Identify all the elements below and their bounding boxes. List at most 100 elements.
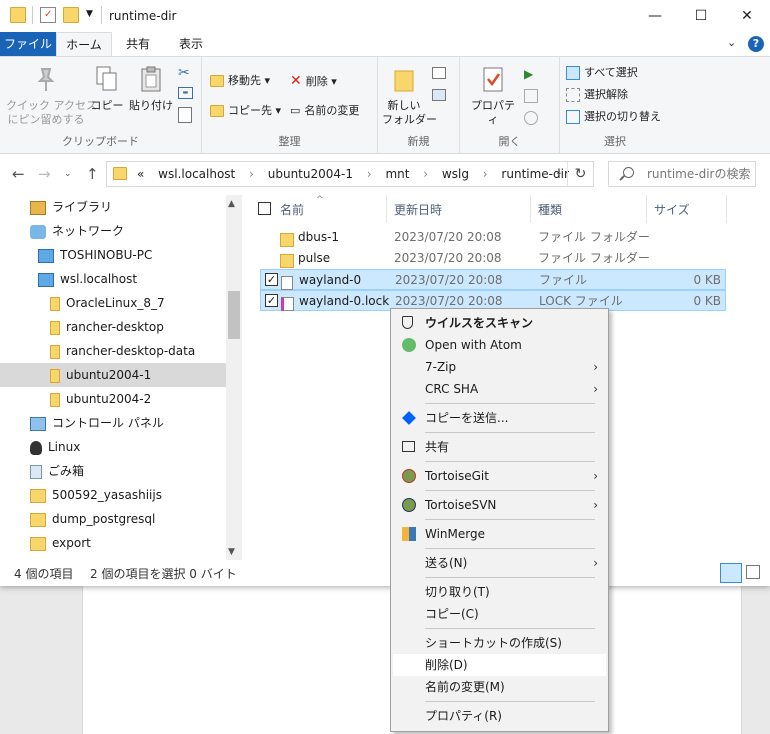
nav-item[interactable]: 500592_yasashiijs [0,483,226,507]
forward-arrow-icon[interactable]: → [38,165,51,183]
tab-home[interactable]: ホーム [56,32,112,57]
breadcrumb-item[interactable]: mnt [385,167,409,181]
menu-item[interactable]: 送る(N) › [393,552,606,574]
file-row[interactable]: pulse 2023/07/20 20:08 ファイル フォルダー [260,248,726,269]
column-name[interactable]: 名前 [280,201,304,218]
maximize-button[interactable]: ☐ [678,0,724,32]
menu-item[interactable]: ウイルスをスキャン [393,312,606,334]
file-row[interactable]: ✓ wayland-0 2023/07/20 20:08 ファイル 0 KB [260,269,726,290]
select-all-button[interactable]: すべて選択 [566,63,638,83]
menu-item[interactable]: コピーを送信... [393,407,606,429]
copy-path-icon[interactable]: ▬ [178,87,193,99]
menu-item[interactable]: 名前の変更(M) [393,676,606,698]
address-bar[interactable]: « wsl.localhost › ubuntu2004-1 › mnt › w… [106,161,594,187]
breadcrumb-item[interactable]: ubuntu2004-1 [268,167,353,181]
move-to-button[interactable]: 移動先 ▾ [210,71,270,91]
nav-item[interactable]: ライブラリ [0,195,226,219]
column-divider[interactable] [530,195,531,223]
recent-locations-icon[interactable]: ⌄ [64,169,72,179]
breadcrumb-item[interactable]: wslg [442,167,469,181]
invert-selection-button[interactable]: 選択の切り替え [566,107,661,127]
edit-icon[interactable] [524,89,538,103]
nav-item[interactable]: export [0,531,226,555]
collapse-ribbon-icon[interactable]: ⌄ [727,36,736,49]
properties-quick-icon[interactable]: ✓ [40,7,56,23]
nav-item[interactable]: dump_postgresql [0,507,226,531]
menu-item[interactable]: 共有 [393,436,606,458]
breadcrumb-overflow[interactable]: « [137,167,144,181]
pin-quick-access-button[interactable]: クイック アクセス にピン留めする [6,65,97,127]
help-icon[interactable]: ? [748,36,764,52]
breadcrumb-separator[interactable]: › [249,167,254,181]
nav-item[interactable]: rancher-desktop-data [0,339,226,363]
scroll-up-icon[interactable]: ▲ [228,199,235,209]
row-checkbox[interactable]: ✓ [265,294,278,307]
back-arrow-icon[interactable]: ← [12,165,25,183]
scroll-down-icon[interactable]: ▼ [228,547,235,557]
breadcrumb-separator[interactable]: › [423,167,428,181]
menu-item[interactable]: WinMerge [393,523,606,545]
column-divider[interactable] [386,195,387,223]
column-size[interactable]: サイズ [654,201,690,218]
properties-button[interactable]: プロパティ [468,65,518,127]
select-none-button[interactable]: 選択解除 [566,85,628,105]
column-divider[interactable] [726,195,727,223]
copy-to-button[interactable]: コピー先 ▾ [210,101,281,121]
menu-item[interactable]: 7-Zip › [393,356,606,378]
delete-button[interactable]: ✕ 削除 ▾ [290,71,337,91]
address-dropdown-icon[interactable]: ⌄ [555,167,563,178]
nav-item[interactable]: ubuntu2004-1 [0,363,226,387]
details-view-icon[interactable] [720,563,742,583]
nav-item[interactable]: ubuntu2004-2 [0,387,226,411]
column-date[interactable]: 更新日時 [394,201,442,218]
copy-button[interactable]: コピー [88,65,126,113]
minimize-button[interactable]: — [632,0,678,32]
new-folder-button[interactable]: 新しい フォルダー [382,65,437,127]
select-all-checkbox[interactable] [258,202,271,215]
menu-item[interactable]: ショートカットの作成(S) [393,632,606,654]
refresh-icon[interactable]: ↻ [567,162,593,186]
menu-item[interactable]: コピー(C) [393,603,606,625]
nav-scroll-thumb[interactable] [228,291,240,339]
menu-item[interactable]: CRC SHA › [393,378,606,400]
tab-view[interactable]: 表示 [164,32,218,56]
tab-file[interactable]: ファイル [0,32,56,56]
nav-item[interactable]: OracleLinux_8_7 [0,291,226,315]
nav-item[interactable]: コントロール パネル [0,411,226,435]
nav-item[interactable]: TOSHINOBU-PC [0,243,226,267]
easy-access-icon[interactable] [432,89,446,101]
menu-item[interactable]: Open with Atom [393,334,606,356]
nav-item[interactable]: rancher-desktop [0,315,226,339]
menu-item[interactable]: プロパティ(R) [393,705,606,727]
open-icon[interactable]: ▶ [524,67,533,81]
breadcrumb-separator[interactable]: › [483,167,488,181]
new-item-icon[interactable] [432,67,446,79]
up-arrow-icon[interactable]: ↑ [86,165,99,183]
nav-item[interactable]: ごみ箱 [0,459,226,483]
breadcrumb-item[interactable]: wsl.localhost [158,167,235,181]
new-folder-quick-icon[interactable] [63,7,79,23]
nav-item[interactable]: wsl.localhost [0,267,226,291]
quick-access-dropdown-icon[interactable]: ▼ [86,9,93,19]
breadcrumb-separator[interactable]: › [367,167,372,181]
nav-item[interactable]: Linux [0,435,226,459]
nav-scrollbar[interactable]: ▲ ▼ [226,195,242,560]
column-type[interactable]: 種類 [538,201,562,218]
menu-item[interactable]: TortoiseGit › [393,465,606,487]
history-icon[interactable] [524,111,538,125]
rename-button[interactable]: ▭ 名前の変更 [290,101,359,121]
search-input[interactable]: runtime-dirの検索 [608,161,756,187]
large-icons-view-icon[interactable] [746,565,760,579]
paste-shortcut-icon[interactable] [178,107,192,123]
menu-item[interactable]: TortoiseSVN › [393,494,606,516]
column-divider[interactable] [646,195,647,223]
cut-icon[interactable]: ✂ [178,65,190,81]
row-checkbox[interactable]: ✓ [265,273,278,286]
nav-item[interactable]: ネットワーク [0,219,226,243]
file-row[interactable]: dbus-1 2023/07/20 20:08 ファイル フォルダー [260,227,726,248]
paste-button[interactable]: 貼り付け [128,65,174,113]
tab-share[interactable]: 共有 [112,32,164,56]
menu-item[interactable]: 切り取り(T) [393,581,606,603]
menu-item[interactable]: 削除(D) [393,654,606,676]
close-button[interactable]: ✕ [724,0,770,32]
